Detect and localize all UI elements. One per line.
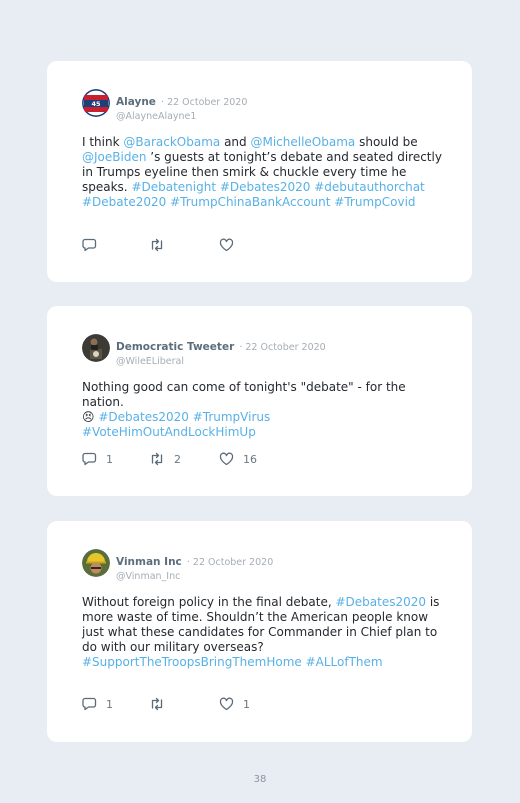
hashtag-link[interactable]: #TrumpVirus xyxy=(193,410,271,424)
hashtag-link[interactable]: #Debates2020 xyxy=(98,410,189,424)
like-button[interactable] xyxy=(219,238,243,252)
hashtag-link[interactable]: #debutauthorchat xyxy=(314,180,425,194)
svg-text:45: 45 xyxy=(91,100,101,108)
retweet-button[interactable] xyxy=(149,238,174,252)
persevering-face-emoji: 😣 xyxy=(82,410,95,424)
retweet-button[interactable] xyxy=(149,697,174,711)
retweet-icon xyxy=(151,238,163,252)
reply-icon xyxy=(82,238,97,252)
avatar-46-badge-icon: 45 xyxy=(82,89,110,117)
heart-icon xyxy=(219,452,234,466)
heart-icon xyxy=(219,238,234,252)
mention-link[interactable]: @JoeBiden xyxy=(82,150,146,164)
hashtag-link[interactable]: #Debates2020 xyxy=(335,595,426,609)
author-handle[interactable]: @WileELiberal xyxy=(116,356,326,367)
author-name[interactable]: Vinman Inc xyxy=(116,556,182,568)
hashtag-link[interactable]: #ALLofThem xyxy=(306,655,383,669)
hashtag-link[interactable]: #SupportTheTroopsBringThemHome xyxy=(82,655,302,669)
reply-icon xyxy=(82,452,97,466)
reply-icon xyxy=(82,697,97,711)
tweet-card-2: Democratic Tweeter · 22 October 2020 @Wi… xyxy=(47,306,472,496)
retweet-count: 2 xyxy=(174,452,181,466)
tweet-date: · 22 October 2020 xyxy=(161,97,248,108)
reply-button[interactable]: 1 xyxy=(82,697,113,711)
mention-link[interactable]: @BarackObama xyxy=(123,135,220,149)
tweet-card-3: Vinman Inc · 22 October 2020 @Vinman_Inc… xyxy=(47,521,472,742)
retweet-icon xyxy=(151,452,163,466)
page-number: 38 xyxy=(253,774,267,785)
text-segment: should be xyxy=(355,135,418,149)
reply-button[interactable]: 1 xyxy=(82,452,113,466)
hashtag-link[interactable]: #Debates2020 xyxy=(220,180,311,194)
like-count: 1 xyxy=(243,697,250,711)
like-count: 16 xyxy=(243,452,257,466)
author-name[interactable]: Democratic Tweeter xyxy=(116,341,234,353)
retweet-button[interactable]: 2 xyxy=(149,452,181,466)
reply-button[interactable] xyxy=(82,238,106,252)
tweet-card-1: 45 Alayne · 22 October 2020 @AlayneAlayn… xyxy=(47,61,472,282)
avatar[interactable] xyxy=(82,549,110,577)
tweet-text: Without foreign policy in the final deba… xyxy=(82,595,442,670)
reply-count: 1 xyxy=(106,452,113,466)
avatar[interactable] xyxy=(82,334,110,362)
author-name[interactable]: Alayne xyxy=(116,96,156,108)
avatar-podium-icon xyxy=(82,334,110,362)
text-segment: Nothing good can come of tonight's "deba… xyxy=(82,380,406,409)
tweet-text: I think @BarackObama and @MichelleObama … xyxy=(82,135,442,210)
heart-icon xyxy=(219,697,234,711)
hashtag-link[interactable]: #Debate2020 xyxy=(82,195,166,209)
like-button[interactable]: 16 xyxy=(219,452,257,466)
hashtag-link[interactable]: #VoteHimOutAndLockHimUp xyxy=(82,425,256,439)
tweet-date: · 22 October 2020 xyxy=(186,557,274,568)
tweet-date: · 22 October 2020 xyxy=(239,342,326,353)
like-button[interactable]: 1 xyxy=(219,697,250,711)
tweet-text: Nothing good can come of tonight's "deba… xyxy=(82,380,442,440)
text-segment: I think xyxy=(82,135,124,149)
author-handle[interactable]: @Vinman_Inc xyxy=(116,571,273,582)
avatar[interactable]: 45 xyxy=(82,89,110,117)
author-handle[interactable]: @AlayneAlayne1 xyxy=(116,111,247,122)
text-segment: and xyxy=(220,135,251,149)
avatar-hardhat-icon xyxy=(82,549,110,577)
hashtag-link[interactable]: #TrumpCovid xyxy=(334,195,415,209)
hashtag-link[interactable]: #TrumpChinaBankAccount xyxy=(170,195,330,209)
text-segment: Without foreign policy in the final deba… xyxy=(82,595,336,609)
hashtag-link[interactable]: #Debatenight xyxy=(131,180,216,194)
reply-count: 1 xyxy=(106,697,113,711)
mention-link[interactable]: @MichelleObama xyxy=(250,135,355,149)
retweet-icon xyxy=(151,697,163,711)
